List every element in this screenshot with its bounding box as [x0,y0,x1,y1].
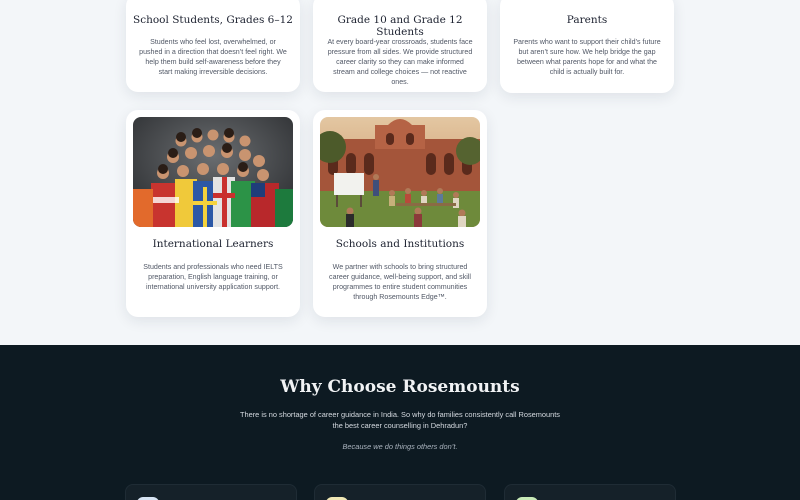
audience-card-schools-institutions: Schools and Institutions We partner with… [313,110,487,317]
card-description: At every board-year crossroads, students… [327,38,473,86]
feature-card [125,484,297,500]
card-description: Parents who want to support their child’… [513,38,661,76]
students-with-world-flags-photo [133,117,293,227]
card-title: Grade 10 and Grade 12 Students [337,14,463,38]
card-description: Students who feel lost, overwhelmed, or … [139,38,287,76]
card-title: Parents [566,14,608,26]
card-description: Students and professionals who need IELT… [143,263,283,291]
card-title: Schools and Institutions [335,238,465,250]
audience-card-school-students: School Students, Grades 6–12 Students wh… [126,0,300,92]
why-choose-section: Why Choose Rosemounts There is no shorta… [0,345,800,500]
section-title: Why Choose Rosemounts [280,377,520,397]
section-tagline: Because we do things others don’t. [342,442,458,451]
feature-card [504,484,676,500]
card-description: We partner with schools to bring structu… [329,263,471,301]
card-title: International Learners [152,238,274,250]
card-title: School Students, Grades 6–12 [133,14,293,26]
audience-card-international-learners: International Learners Students and prof… [126,110,300,317]
section-intro: There is no shortage of career guidance … [239,410,561,430]
audience-card-board-year-students: Grade 10 and Grade 12 Students At every … [313,0,487,92]
audience-card-parents: Parents Parents who want to support thei… [500,0,674,93]
feature-card [314,484,486,500]
outdoor-campus-classroom-photo [320,117,480,227]
